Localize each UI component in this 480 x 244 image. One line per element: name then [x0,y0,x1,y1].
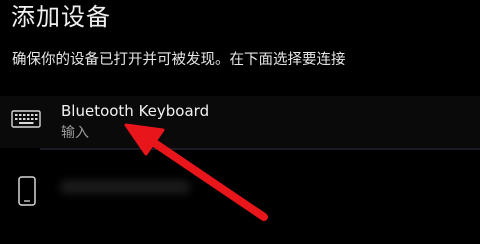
keyboard-icon [11,109,41,129]
add-device-dialog: 添加设备 确保你的设备已打开并可被发现。在下面选择要连接 Bluetooth K… [0,0,480,244]
device-item-phone[interactable] [0,160,480,220]
device-item-bluetooth-keyboard[interactable]: Bluetooth Keyboard 输入 [0,96,480,150]
device-name-obscured [60,180,190,194]
row-divider [40,148,480,150]
device-type: 输入 [61,125,89,141]
device-name: Bluetooth Keyboard [61,102,210,120]
phone-icon [17,176,37,206]
instruction-text: 确保你的设备已打开并可被发现。在下面选择要连接 [12,52,346,68]
page-title: 添加设备 [11,3,111,31]
